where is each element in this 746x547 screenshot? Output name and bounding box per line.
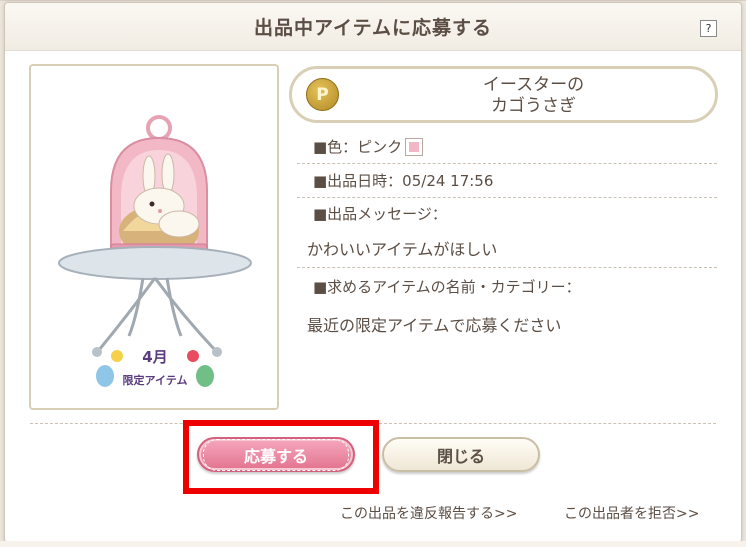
item-image: 4月 限定アイテム <box>29 64 279 410</box>
bottom-strip <box>0 541 746 547</box>
close-button[interactable]: 閉じる <box>382 437 540 472</box>
listed-at-row: ■出品日時：05/24 17:56 <box>297 164 717 198</box>
item-name-line1: イースターの <box>482 75 585 95</box>
color-label: ■色：ピンク <box>313 138 403 156</box>
color-row: ■色：ピンク <box>297 130 717 164</box>
reject-seller-link[interactable]: この出品者を拒否>> <box>564 503 699 523</box>
dialog-title: 出品中アイテムに応募する <box>253 17 493 39</box>
point-coin-icon: P <box>306 78 339 111</box>
dialog-header: 出品中アイテムに応募する ? <box>5 3 741 51</box>
report-listing-link[interactable]: この出品を違反報告する>> <box>340 503 517 523</box>
item-name-line2: カゴうさぎ <box>491 96 576 116</box>
item-name-box: P イースターの カゴうさぎ <box>289 66 718 123</box>
message-text: かわいいアイテムがほしい <box>297 228 717 268</box>
item-info: ■色：ピンク ■出品日時：05/24 17:56 ■出品メッセージ： かわいいア… <box>297 130 717 344</box>
image-limited-caption: 限定アイテム <box>123 373 188 387</box>
wanted-label-row: ■求めるアイテムの名前・カテゴリー： <box>297 268 717 304</box>
item-name: イースターの カゴうさぎ <box>412 75 655 117</box>
wanted-label: ■求めるアイテムの名前・カテゴリー： <box>313 277 581 296</box>
message-label-row: ■出品メッセージ： <box>297 198 717 228</box>
image-month-caption: 4月 <box>142 348 167 366</box>
birdcage-bunny-illustration: 4月 限定アイテム <box>58 115 252 387</box>
message-label: ■出品メッセージ： <box>313 204 447 223</box>
listed-at-label: ■出品日時：05/24 17:56 <box>313 172 494 190</box>
highlight-box <box>183 420 379 494</box>
color-swatch <box>405 137 424 156</box>
wanted-text: 最近の限定アイテムで応募ください <box>307 316 562 335</box>
help-button[interactable]: ? <box>700 20 717 37</box>
